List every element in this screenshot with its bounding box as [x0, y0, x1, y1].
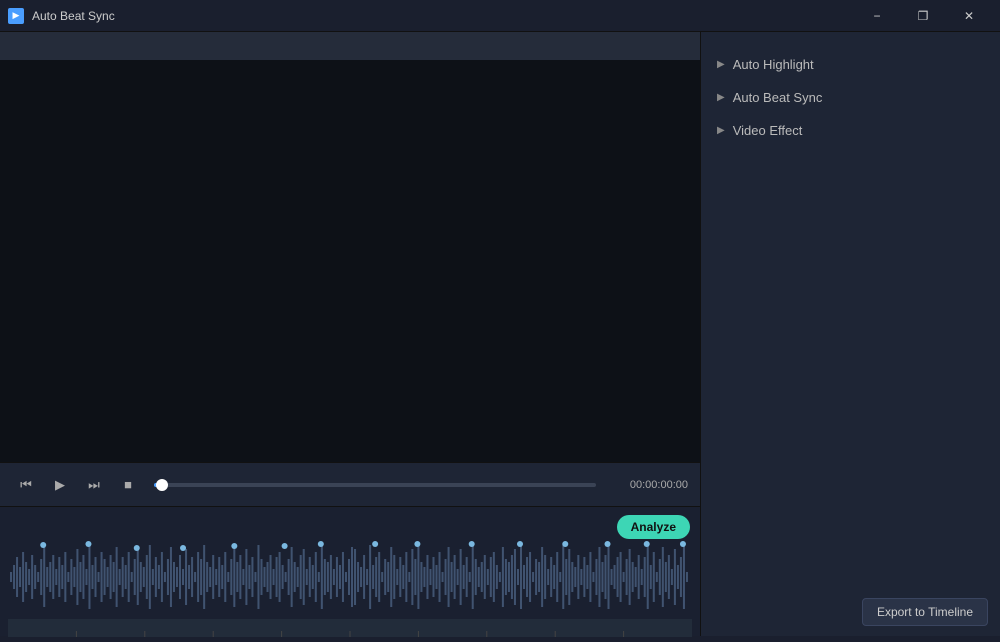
menu-item-label-2: Video Effect: [733, 123, 803, 138]
waveform-area: Analyze: [0, 506, 700, 636]
skip-back-button[interactable]: ⏮: [12, 471, 40, 499]
play-icon: ▶: [55, 477, 65, 493]
export-bar: Export to Timeline: [701, 588, 1000, 636]
arrow-icon-0: ▶: [717, 59, 725, 70]
menu-item-video-effect[interactable]: ▶ Video Effect: [701, 114, 1000, 147]
app-title: Auto Beat Sync: [32, 9, 115, 23]
restore-button[interactable]: ❐: [900, 0, 946, 32]
skip-forward-button[interactable]: ⏭: [80, 471, 108, 499]
menu-item-label-1: Auto Beat Sync: [733, 90, 823, 105]
title-bar: ▶ Auto Beat Sync − ❐ ✕: [0, 0, 1000, 32]
menu-item-label-0: Auto Highlight: [733, 57, 814, 72]
waveform-svg: [8, 537, 692, 617]
minimize-button[interactable]: −: [854, 0, 900, 32]
timeline-ruler: [8, 619, 692, 637]
stop-button[interactable]: ■: [114, 471, 142, 499]
close-button[interactable]: ✕: [946, 0, 992, 32]
title-bar-controls: − ❐ ✕: [854, 0, 992, 32]
app-icon: ▶: [8, 8, 24, 24]
title-bar-left: ▶ Auto Beat Sync: [8, 8, 115, 24]
menu-item-auto-highlight[interactable]: ▶ Auto Highlight: [701, 48, 1000, 81]
waveform-canvas: [8, 537, 692, 617]
skip-forward-icon: ⏭: [88, 477, 100, 493]
video-preview: [0, 60, 700, 462]
export-to-timeline-button[interactable]: Export to Timeline: [862, 598, 988, 626]
media-toolbar: [0, 32, 700, 60]
skip-back-icon: ⏮: [20, 477, 32, 493]
panel-menu: ▶ Auto Highlight ▶ Auto Beat Sync ▶ Vide…: [701, 32, 1000, 163]
play-button[interactable]: ▶: [46, 471, 74, 499]
left-panel: ⏮ ▶ ⏭ ■ 00:00:00:00 Analyze: [0, 32, 700, 636]
stop-icon: ■: [124, 477, 132, 492]
time-display: 00:00:00:00: [608, 479, 688, 491]
right-panel: ▶ Auto Highlight ▶ Auto Beat Sync ▶ Vide…: [700, 32, 1000, 636]
arrow-icon-2: ▶: [717, 125, 725, 136]
progress-thumb: [156, 479, 168, 491]
progress-fill: [154, 483, 162, 487]
analyze-button[interactable]: Analyze: [617, 515, 690, 539]
main-container: ⏮ ▶ ⏭ ■ 00:00:00:00 Analyze: [0, 32, 1000, 636]
menu-item-auto-beat-sync[interactable]: ▶ Auto Beat Sync: [701, 81, 1000, 114]
progress-bar[interactable]: [154, 483, 596, 487]
arrow-icon-1: ▶: [717, 92, 725, 103]
playback-controls: ⏮ ▶ ⏭ ■ 00:00:00:00: [0, 462, 700, 506]
